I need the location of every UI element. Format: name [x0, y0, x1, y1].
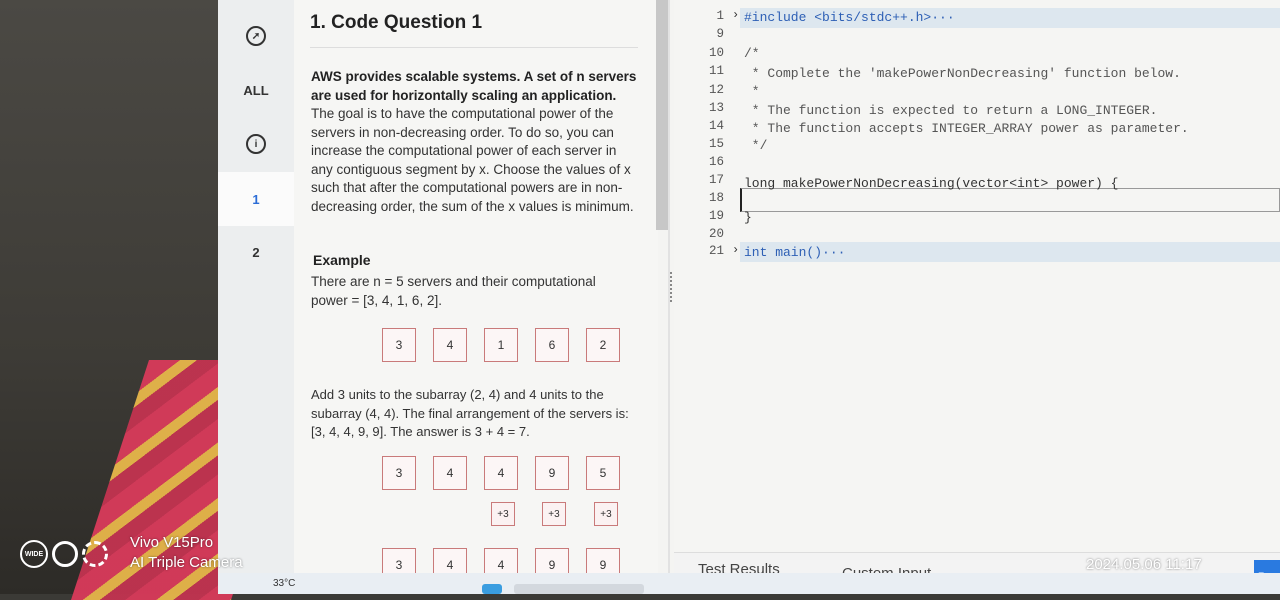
problem-scrollbar[interactable] [656, 0, 668, 230]
example-text: There are n = 5 servers and their comput… [311, 274, 596, 308]
question-rail: ➚ ALL i 1 2 [218, 0, 295, 580]
line-number: 13 [708, 101, 724, 115]
search-box[interactable] [514, 584, 644, 594]
chevron-right-icon[interactable]: › [732, 243, 739, 257]
chevron-right-icon[interactable]: › [732, 8, 739, 22]
start-icon[interactable] [482, 584, 502, 594]
watermark-camera: AI Triple Camera [130, 554, 243, 571]
line-number: 17 [708, 173, 724, 187]
intermediate-array: 3 4 4 9 5 [382, 456, 620, 490]
info-icon[interactable]: i [218, 128, 294, 160]
array-cell: 3 [382, 456, 416, 490]
array-cell: 9 [535, 456, 569, 490]
laptop-screen: ➚ ALL i 1 2 1. Code Question 1 AWS provi… [218, 0, 1280, 582]
line-number: 18 [708, 191, 724, 205]
array-cell: 2 [586, 328, 620, 362]
watermark-model: Vivo V15Pro [130, 534, 214, 551]
code-line: * The function accepts INTEGER_ARRAY pow… [744, 121, 1189, 136]
code-line: */ [744, 138, 768, 153]
compass-icon[interactable]: ➚ [218, 20, 294, 52]
wide-lens-icon: WIDE [20, 540, 48, 568]
line-number: 1 [716, 9, 724, 23]
example-heading: Example [313, 252, 371, 268]
question-2-tab[interactable]: 2 [218, 230, 294, 274]
code-line: } [744, 210, 752, 225]
lens-icon [52, 541, 78, 567]
taskbar [218, 573, 1280, 594]
line-number: 14 [708, 119, 724, 133]
weather-widget[interactable]: 33°C [273, 578, 295, 589]
problem-description: AWS provides scalable systems. A set of … [311, 69, 637, 214]
code-line: /* [744, 46, 760, 61]
active-line[interactable] [740, 188, 1280, 212]
code-line: #include <bits/stdc++.h>··· [744, 10, 955, 25]
array-cell: 4 [433, 328, 467, 362]
line-number: 10 [708, 46, 724, 60]
title-divider [310, 47, 638, 48]
array-cell: 6 [535, 328, 569, 362]
line-number: 16 [708, 155, 724, 169]
line-number: 20 [708, 227, 724, 241]
watermark-timestamp: 2024.05.06 11:17 [1086, 556, 1202, 573]
array-cell: 1 [484, 328, 518, 362]
code-line: * [744, 84, 760, 99]
array-cell: 4 [433, 456, 467, 490]
line-number: 9 [716, 27, 724, 41]
line-number: 21 [708, 244, 724, 258]
line-number: 15 [708, 137, 724, 151]
code-line: * Complete the 'makePowerNonDecreasing' … [744, 66, 1181, 81]
lens-icon [82, 541, 108, 567]
line-number: 19 [708, 209, 724, 223]
array-cell: 3 [382, 328, 416, 362]
code-line: * The function is expected to return a L… [744, 103, 1158, 118]
code-line: int main()··· [744, 245, 846, 260]
question-1-tab[interactable]: 1 [218, 172, 294, 226]
array-cell: 4 [484, 456, 518, 490]
all-questions-button[interactable]: ALL [218, 74, 294, 106]
line-number: 11 [708, 64, 724, 78]
increment-badge: +3 [594, 502, 618, 526]
increment-badge: +3 [491, 502, 515, 526]
line-number: 12 [708, 83, 724, 97]
camera-logo: WIDE [20, 540, 108, 568]
question-title: 1. Code Question 1 [310, 12, 483, 33]
code-editor[interactable]: 1 › #include <bits/stdc++.h>··· 9 10 /* … [674, 0, 1280, 552]
initial-array: 3 4 1 6 2 [382, 328, 620, 362]
increment-badge: +3 [542, 502, 566, 526]
array-cell: 5 [586, 456, 620, 490]
problem-panel: 1. Code Question 1 AWS provides scalable… [294, 0, 658, 582]
code-line: long makePowerNonDecreasing(vector<int> … [744, 176, 1119, 191]
explanation-text: Add 3 units to the subarray (2, 4) and 4… [311, 387, 629, 439]
